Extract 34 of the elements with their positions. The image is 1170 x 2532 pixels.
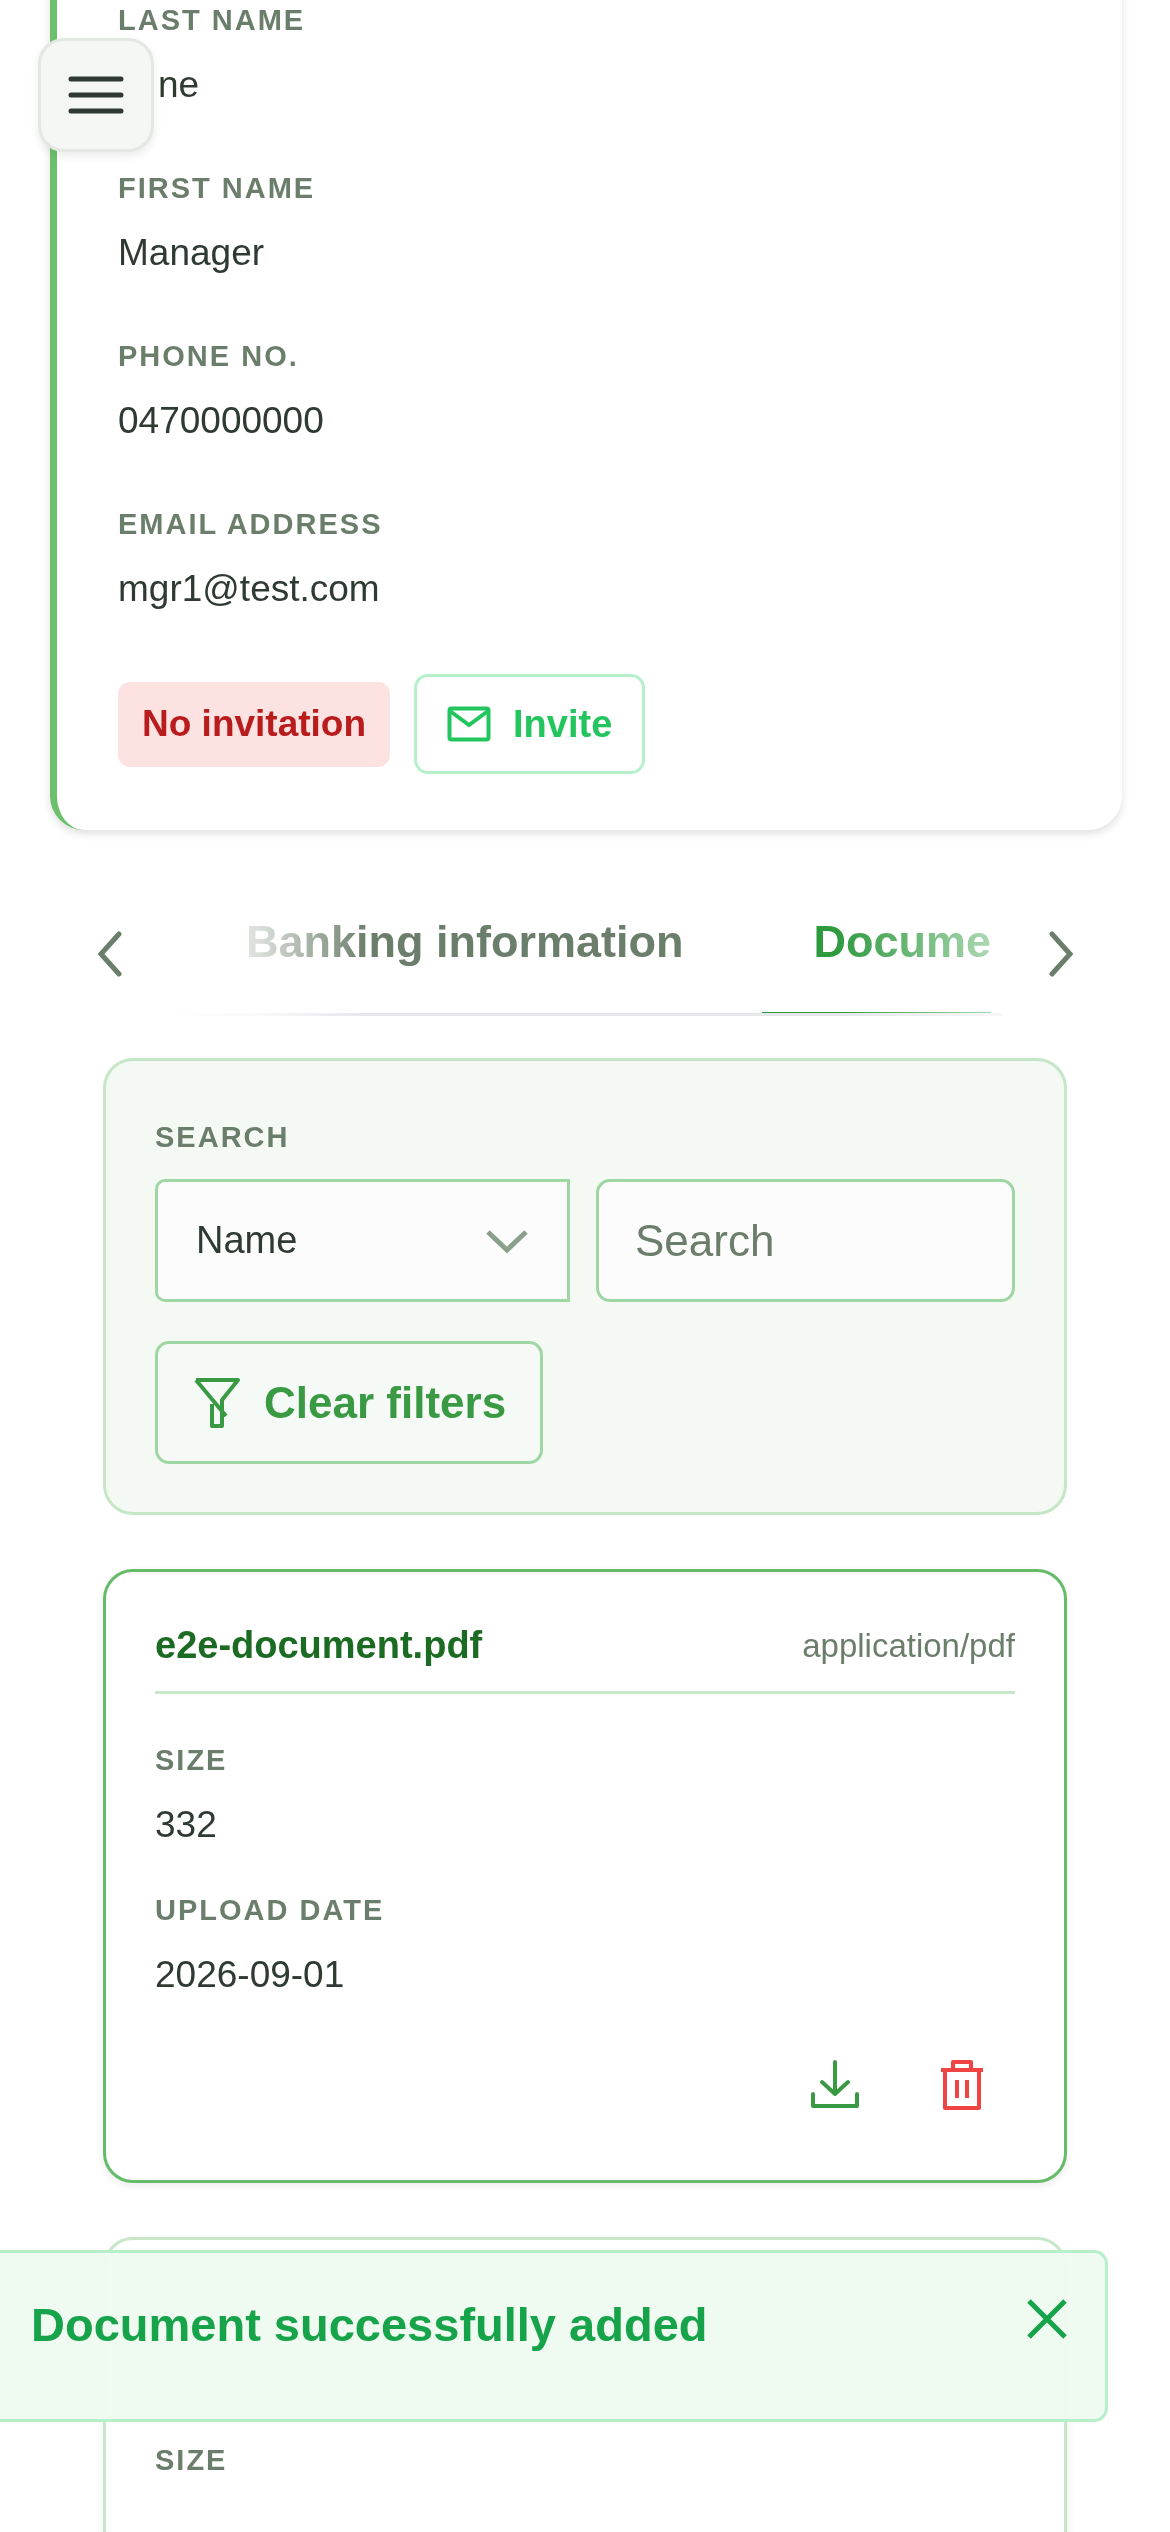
close-icon [1025,2297,1069,2341]
tab[interactable]: Docume [761,902,992,1013]
toast-message: Document successfully added [31,2297,708,2352]
field-value: 332 [155,1803,218,1847]
filter-off-icon [192,1375,242,1430]
mail-icon [447,706,492,742]
field-value: mgr1@test.com [118,567,381,611]
field-label: PHONE NO. [118,339,300,374]
field-value: ne [157,63,201,107]
close-button[interactable] [1025,2297,1069,2341]
field-value: 0470000000 [118,399,325,443]
chevron-right-icon [1048,931,1074,977]
field-label: FIRST NAME [118,171,317,206]
search-field-select[interactable]: Name [155,1179,570,1302]
tab[interactable]: Banking information [168,902,762,1013]
field-label: SIZE [155,1743,229,1778]
status-badge: No invitation [118,681,391,767]
field-label: EMAIL ADDRESS [118,507,384,542]
download-icon [809,2058,861,2110]
field-value: 2026-09-01 [155,1953,346,1997]
field-label: LAST NAME [118,3,307,38]
field-label: UPLOAD DATE [155,1893,386,1928]
menu-icon [68,75,124,115]
search-input[interactable]: Search [596,1179,1015,1302]
search-label: SEARCH [155,1120,291,1155]
chevron-down-icon [485,1227,529,1254]
invite-button[interactable]: Invite [414,674,646,774]
chevron-left-icon [97,931,123,977]
field-label: SIZE [155,2443,229,2478]
menu-button[interactable] [38,38,154,152]
document-name: e2e-document.pdf [155,1624,483,1667]
clear-filters-button[interactable]: Clear filters [155,1341,544,1464]
field-value: Manager [118,231,266,275]
document-type: application/pdf [802,1626,1015,1665]
